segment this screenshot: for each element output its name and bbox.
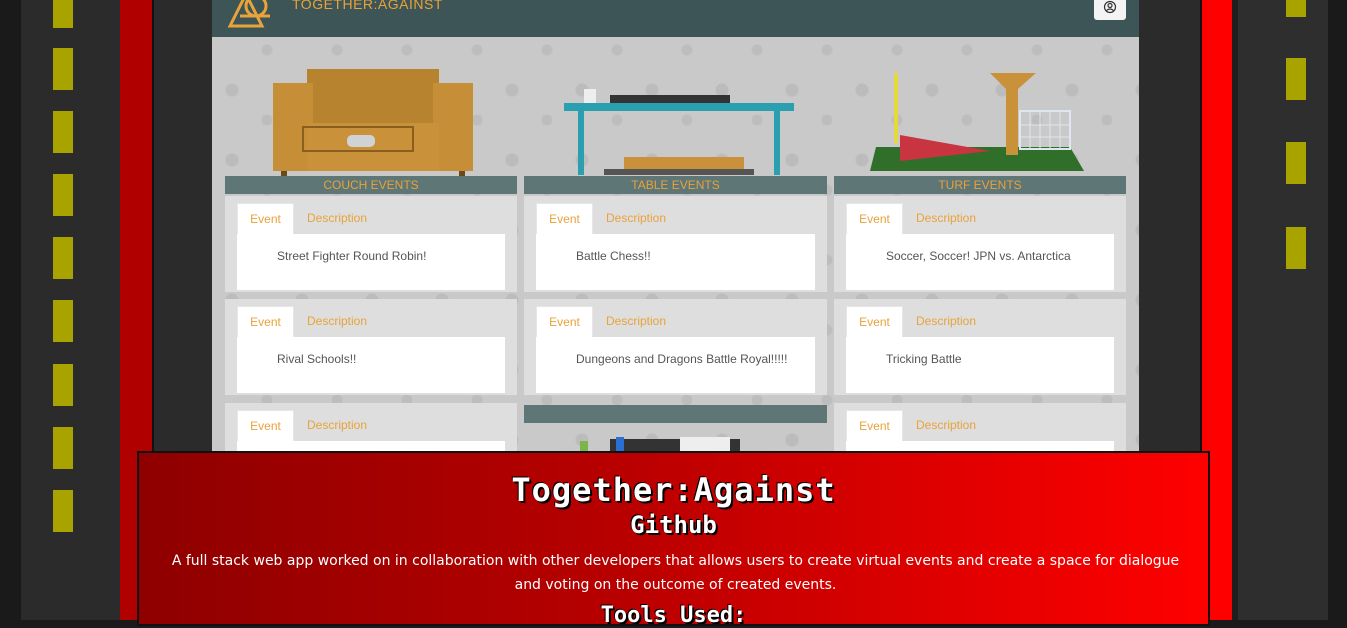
- tab-event[interactable]: Event: [846, 203, 903, 235]
- road-dash: [53, 237, 73, 279]
- left-road-decoration: [21, 0, 120, 620]
- event-title: Soccer, Soccer! JPN vs. Antarctica: [846, 234, 1114, 290]
- tab-event[interactable]: Event: [237, 203, 294, 235]
- github-link[interactable]: Github: [139, 511, 1208, 539]
- tab-description[interactable]: Description: [606, 203, 666, 234]
- right-road-decoration: [1232, 0, 1328, 620]
- couch-events-header: COUCH EVENTS: [225, 176, 517, 194]
- table-events-header: TABLE EVENTS: [524, 176, 827, 194]
- board-game-illustration: [580, 437, 740, 452]
- project-description: A full stack web app worked on in collab…: [171, 553, 1180, 593]
- project-screenshot[interactable]: TOGETHER:AGAINST COUCH EVENTS Event Desc…: [212, 0, 1139, 452]
- app-navbar: TOGETHER:AGAINST: [212, 0, 1139, 37]
- tab-event[interactable]: Event: [536, 306, 593, 338]
- event-card: Event Description Dungeons and Dragons B…: [524, 299, 827, 395]
- road-dash: [1286, 0, 1306, 17]
- road-dash: [53, 490, 73, 532]
- project-info-panel: Together:Against Github A full stack web…: [137, 451, 1210, 628]
- tab-event[interactable]: Event: [237, 306, 294, 338]
- turf-events-header: TURF EVENTS: [834, 176, 1126, 194]
- app-brand[interactable]: TOGETHER:AGAINST: [292, 0, 443, 12]
- user-circle-icon: [1103, 0, 1117, 14]
- couch-illustration: [273, 69, 473, 177]
- table-illustration: [564, 89, 794, 175]
- tab-event[interactable]: Event: [846, 306, 903, 338]
- event-title: Dungeons and Dragons Battle Royal!!!!!: [536, 337, 815, 393]
- event-card: Event Description Battle Chess!!: [524, 196, 827, 292]
- road-dash: [1286, 227, 1306, 269]
- user-menu-button[interactable]: [1094, 0, 1126, 20]
- event-title: Street Fighter Round Robin!: [237, 234, 505, 290]
- tab-description[interactable]: Description: [606, 306, 666, 337]
- road-dash: [1286, 142, 1306, 184]
- road-dash: [53, 427, 73, 469]
- road-dash: [53, 174, 73, 216]
- event-card: Event Description: [834, 403, 1126, 452]
- road-dash: [53, 364, 73, 406]
- tab-event[interactable]: Event: [536, 203, 593, 235]
- tab-event[interactable]: Event: [846, 410, 903, 442]
- tab-event[interactable]: Event: [237, 410, 294, 442]
- tab-description[interactable]: Description: [916, 203, 976, 234]
- tab-description[interactable]: Description: [307, 203, 367, 234]
- road-dash: [1286, 58, 1306, 100]
- event-title: Battle Chess!!: [536, 234, 815, 290]
- app-logo-icon: [227, 0, 270, 28]
- event-title: Tricking Battle: [846, 337, 1114, 393]
- road-dash: [53, 111, 73, 153]
- road-dash: [53, 0, 73, 28]
- event-card: Event Description: [225, 403, 517, 452]
- road-dash: [53, 300, 73, 342]
- event-title: Rival Schools!!: [237, 337, 505, 393]
- turf-illustration: [870, 73, 1084, 171]
- event-card: Event Description Rival Schools!!: [225, 299, 517, 395]
- event-card: Event Description Street Fighter Round R…: [225, 196, 517, 292]
- section-header-bar: [524, 405, 827, 423]
- road-dash: [53, 48, 73, 90]
- event-card: Event Description Soccer, Soccer! JPN vs…: [834, 196, 1126, 292]
- event-card: Event Description Tricking Battle: [834, 299, 1126, 395]
- project-title: Together:Against: [511, 471, 836, 509]
- tab-description[interactable]: Description: [916, 410, 976, 441]
- tools-used-heading: Tools Used:: [600, 603, 747, 628]
- tab-description[interactable]: Description: [307, 306, 367, 337]
- tab-description[interactable]: Description: [307, 410, 367, 441]
- tab-description[interactable]: Description: [916, 306, 976, 337]
